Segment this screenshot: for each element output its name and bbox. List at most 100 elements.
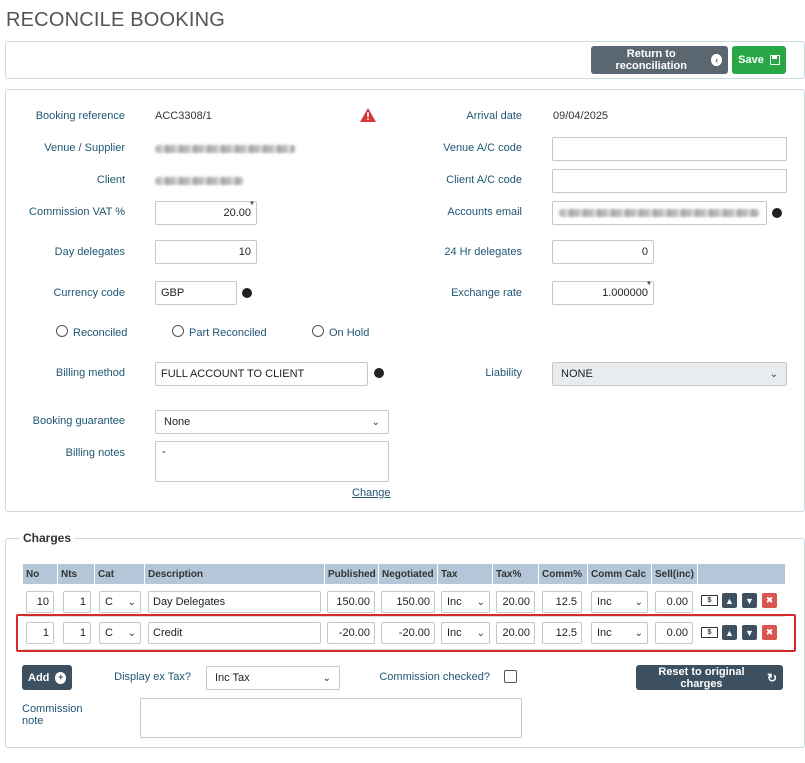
- venue-supplier-label: Venue / Supplier: [44, 142, 125, 154]
- venue-supplier-redacted: [155, 145, 295, 153]
- commission-vat-input[interactable]: 20.00: [155, 201, 257, 225]
- arrow-up-icon[interactable]: ▲: [722, 593, 737, 608]
- currency-code-input[interactable]: GBP: [155, 281, 237, 305]
- booking-guarantee-label: Booking guarantee: [32, 415, 125, 427]
- venue-ac-code-label: Venue A/C code: [443, 142, 522, 154]
- col-tax-pct: Tax%: [493, 564, 539, 584]
- save-button[interactable]: Save: [732, 46, 786, 74]
- change-link[interactable]: Change: [352, 487, 391, 499]
- liability-select[interactable]: NONE ⌄: [552, 362, 787, 386]
- col-published: Published: [325, 564, 379, 584]
- trash-icon[interactable]: ✖: [762, 593, 777, 608]
- exchange-rate-input[interactable]: 1.000000: [552, 281, 654, 305]
- row-tax-pct-input[interactable]: 20.00: [496, 591, 535, 613]
- row-highlight-box: [16, 614, 796, 652]
- booking-guarantee-value: None: [164, 416, 191, 428]
- page-title: RECONCILE BOOKING: [6, 9, 225, 31]
- accounts-email-redacted: [559, 209, 759, 217]
- row-tax-value: Inc: [447, 596, 462, 608]
- add-label: Add: [28, 671, 50, 684]
- commission-note-label: Commission note: [22, 703, 83, 727]
- chevron-down-icon: ⌄: [769, 368, 778, 380]
- client-label: Client: [96, 174, 125, 186]
- row-comm-calc-select[interactable]: Inc ⌄: [591, 591, 648, 613]
- radio-reconciled[interactable]: [56, 325, 68, 337]
- required-marker: *: [250, 200, 254, 211]
- display-ex-tax-select[interactable]: Inc Tax ⌄: [206, 666, 340, 690]
- display-ex-tax-value: Inc Tax: [215, 672, 250, 684]
- client-ac-code-label: Client A/C code: [446, 174, 522, 186]
- globe-icon[interactable]: [374, 368, 384, 378]
- save-label: Save: [738, 54, 764, 66]
- charges-legend: Charges: [20, 531, 75, 545]
- client-ac-code-input[interactable]: [552, 169, 787, 193]
- radio-on-hold-label: On Hold: [329, 327, 370, 339]
- col-comm-pct: Comm%: [539, 564, 588, 584]
- globe-icon[interactable]: [772, 208, 782, 218]
- accounts-email-label: Accounts email: [447, 206, 522, 218]
- col-tax: Tax: [438, 564, 493, 584]
- billing-notes-label: Billing notes: [65, 447, 125, 459]
- row-published-input[interactable]: 150.00: [327, 591, 375, 613]
- accounts-email-input[interactable]: [552, 201, 767, 225]
- row-negotiated-input[interactable]: 150.00: [381, 591, 435, 613]
- chevron-down-icon: ⌄: [634, 596, 643, 608]
- liability-value: NONE: [561, 368, 593, 380]
- day-delegates-input[interactable]: 10: [155, 240, 257, 264]
- radio-on-hold[interactable]: [312, 325, 324, 337]
- billing-method-input[interactable]: FULL ACCOUNT TO CLIENT: [155, 362, 368, 386]
- commission-checked-label: Commission checked?: [379, 671, 490, 683]
- chevron-down-icon: ⌄: [371, 416, 380, 428]
- client-redacted: [155, 177, 243, 185]
- warning-icon: [360, 108, 376, 122]
- radio-part-reconciled[interactable]: [172, 325, 184, 337]
- row-comm-pct-input[interactable]: 12.5: [542, 591, 582, 613]
- globe-icon[interactable]: [242, 288, 252, 298]
- chevron-down-icon: ⌄: [127, 596, 136, 608]
- hr24-delegates-input[interactable]: 0: [552, 240, 654, 264]
- commission-checked-checkbox[interactable]: [504, 670, 517, 683]
- billing-notes-textarea[interactable]: -: [155, 441, 389, 482]
- chevron-down-icon: ⌄: [322, 672, 331, 684]
- liability-label: Liability: [485, 367, 522, 379]
- row-no-input[interactable]: 10: [26, 591, 54, 613]
- venue-ac-code-input[interactable]: [552, 137, 787, 161]
- booking-reference-value: ACC3308/1: [155, 110, 212, 122]
- reset-label: Reset to original charges: [658, 665, 745, 690]
- day-delegates-label: Day delegates: [54, 246, 125, 258]
- col-sell: Sell(inc): [652, 564, 698, 584]
- col-no: No: [23, 564, 58, 584]
- radio-part-reconciled-label: Part Reconciled: [189, 327, 267, 339]
- add-charge-button[interactable]: Add +: [22, 665, 72, 690]
- plus-circle-icon: +: [55, 671, 66, 684]
- col-cat: Cat: [95, 564, 145, 584]
- reset-charges-button[interactable]: Reset to original charges ↻: [636, 665, 783, 690]
- radio-reconciled-label: Reconciled: [73, 327, 128, 339]
- col-nts: Nts: [58, 564, 95, 584]
- money-icon[interactable]: $: [701, 595, 718, 606]
- arrival-date-label: Arrival date: [466, 110, 522, 122]
- return-to-reconciliation-button[interactable]: Return to reconciliation ‹: [591, 46, 728, 74]
- refresh-icon: ↻: [766, 670, 777, 685]
- row-sell-input[interactable]: 0.00: [655, 591, 693, 613]
- arrival-date-value: 09/04/2025: [553, 110, 609, 122]
- row-tax-select[interactable]: Inc ⌄: [441, 591, 490, 613]
- currency-code-label: Currency code: [53, 287, 125, 299]
- chevron-down-icon: ⌄: [476, 596, 485, 608]
- exchange-rate-label: Exchange rate: [451, 287, 522, 299]
- display-ex-tax-label: Display ex Tax?: [114, 671, 191, 683]
- hr24-delegates-label: 24 Hr delegates: [444, 246, 522, 258]
- row-cat-value: C: [105, 596, 113, 608]
- commission-vat-label: Commission VAT %: [29, 206, 125, 218]
- booking-guarantee-select[interactable]: None ⌄: [155, 410, 389, 434]
- row-nts-input[interactable]: 1: [63, 591, 91, 613]
- arrow-down-icon[interactable]: ▼: [742, 593, 757, 608]
- col-negotiated: Negotiated: [379, 564, 438, 584]
- billing-method-label: Billing method: [55, 367, 125, 379]
- row-comm-calc-value: Inc: [597, 596, 612, 608]
- commission-note-textarea[interactable]: [140, 698, 522, 738]
- col-description: Description: [145, 564, 325, 584]
- row-cat-select[interactable]: C ⌄: [99, 591, 141, 613]
- row-description-input[interactable]: Day Delegates: [148, 591, 321, 613]
- return-label: Return to reconciliation: [615, 48, 687, 72]
